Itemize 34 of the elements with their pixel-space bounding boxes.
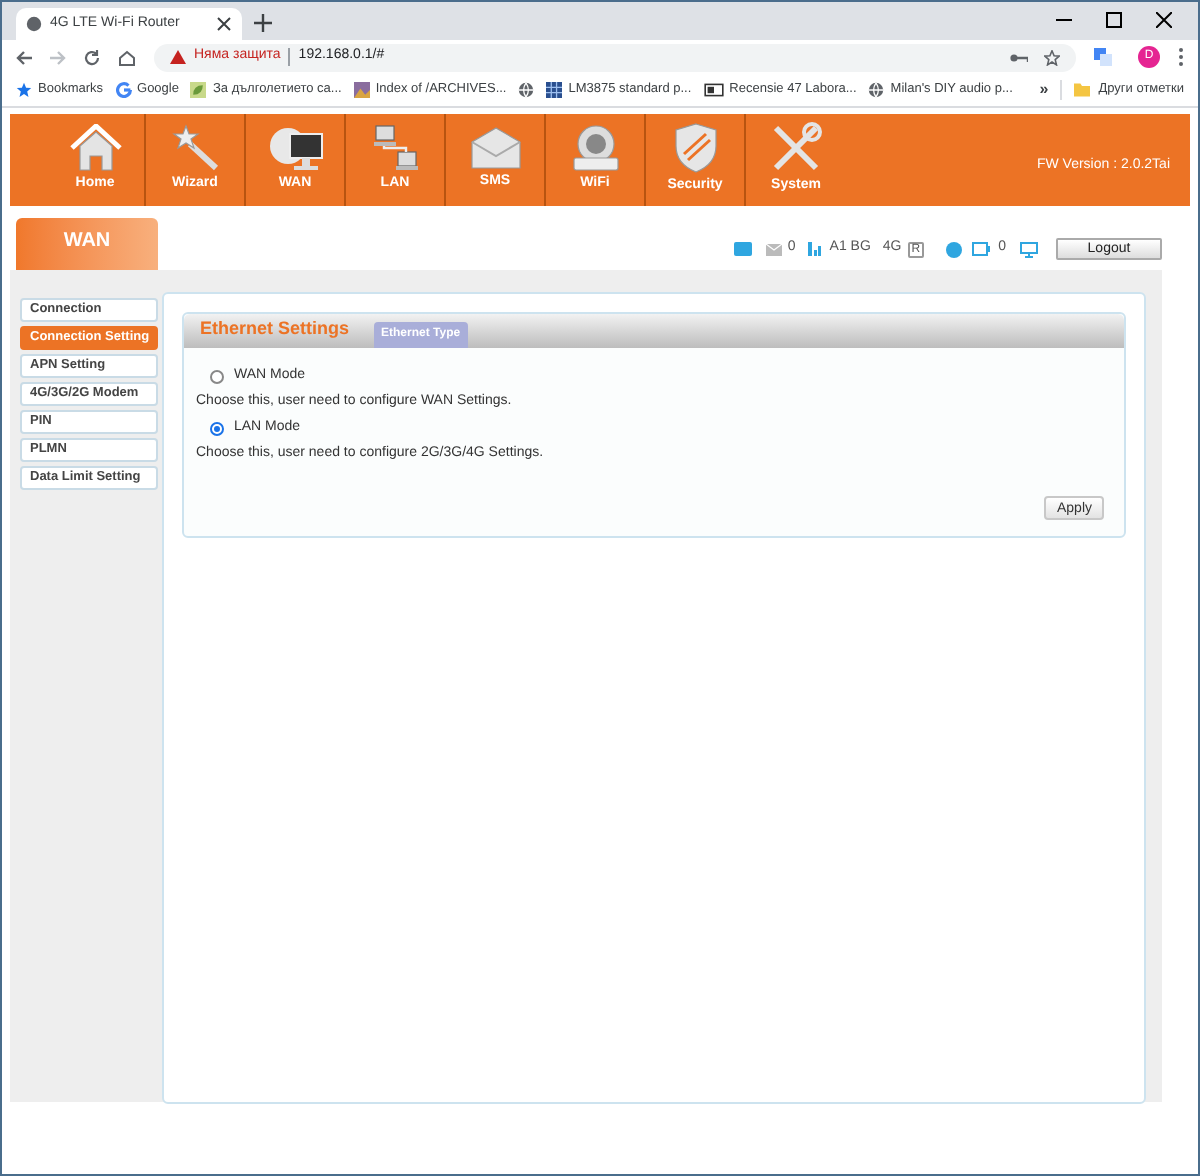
warning-icon [170,50,186,64]
radio-button[interactable] [210,422,224,436]
translate-icon[interactable] [1094,48,1112,66]
monitor-icon [1020,241,1038,257]
maximize-icon[interactable] [1106,12,1122,28]
new-tab-icon[interactable] [254,14,272,32]
leaf-icon [190,82,207,98]
card-icon [703,82,724,98]
card-title: Ethernet Settings [200,315,350,342]
network-computers-icon [371,124,419,173]
back-arrow-icon[interactable] [16,49,32,65]
reload-icon[interactable] [84,49,100,65]
more-bookmarks-button[interactable]: » [1039,78,1049,102]
signal-icon [807,242,824,256]
close-icon[interactable] [1156,12,1172,28]
folder-icon [1074,82,1091,98]
key-icon[interactable] [1010,51,1028,63]
wrench-screwdriver-icon [770,122,822,175]
radio-button[interactable] [210,370,224,384]
globe-monitor-icon [267,124,323,173]
envelope-icon [469,126,521,171]
menu-icon[interactable] [1178,48,1184,66]
g-logo-icon [115,82,132,98]
shield-icon [673,122,717,175]
house-icon [69,124,121,173]
grid-icon [546,82,563,98]
home-icon[interactable] [118,49,136,65]
router-icon [569,124,621,173]
star-icon[interactable] [1044,49,1060,65]
envelope-icon [765,243,782,255]
magic-wand-icon [171,124,219,173]
star-icon [16,82,32,98]
close-icon[interactable] [216,16,232,32]
image-icon [353,82,370,98]
